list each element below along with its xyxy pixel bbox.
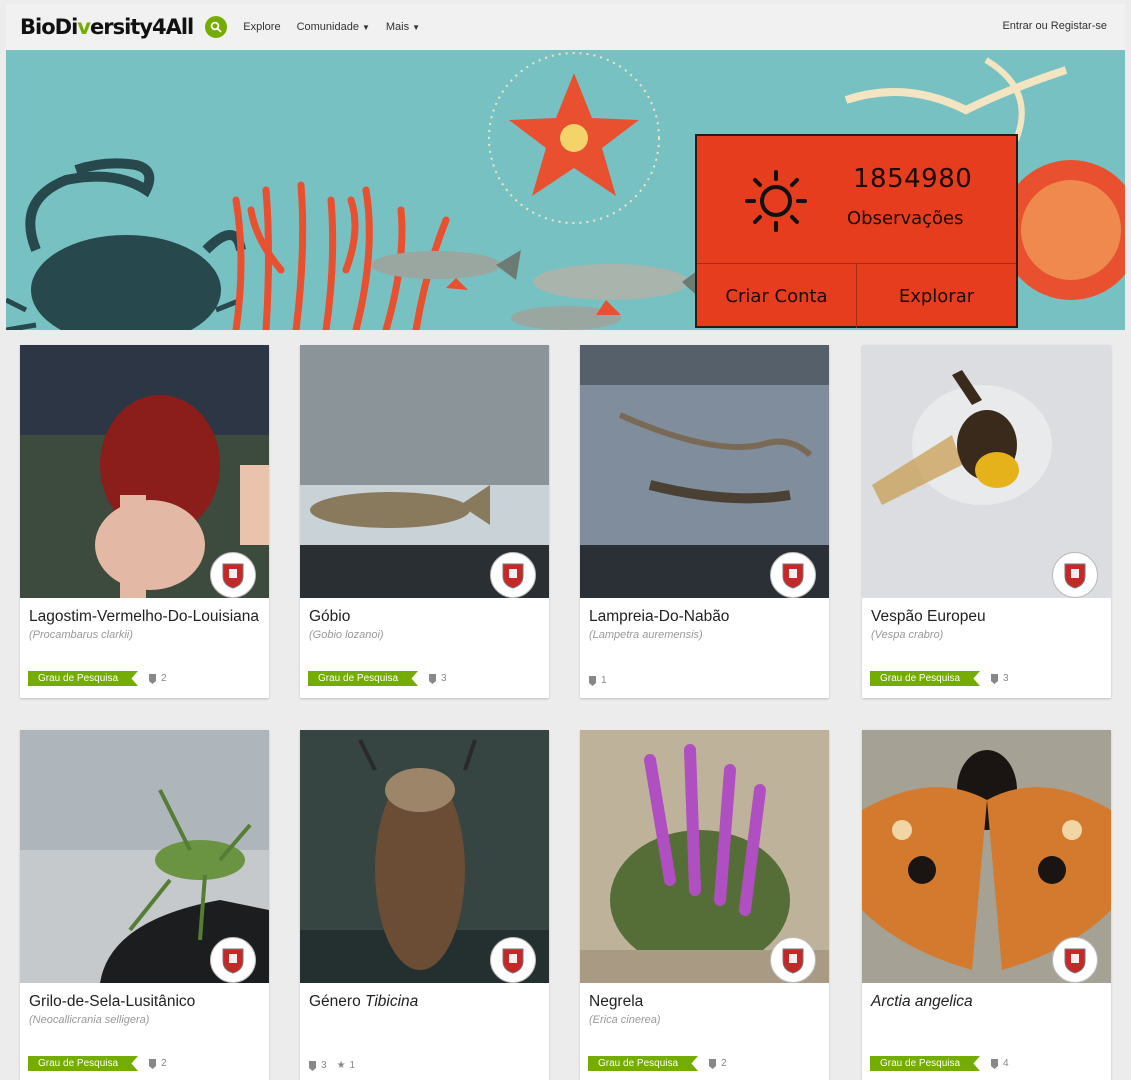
observation-photo[interactable] <box>300 345 549 598</box>
identifications-count: 1 <box>588 675 607 686</box>
taxon-name[interactable]: Vespão Europeu <box>871 607 1102 627</box>
identifications-count: 2 <box>708 1058 727 1069</box>
top-navbar: BioDiversity4All Explore Comunidade ▼ Mai… <box>6 4 1125 50</box>
coat-of-arms-icon <box>222 563 244 589</box>
site-logo[interactable]: BioDiversity4All <box>20 15 194 39</box>
project-badge[interactable] <box>1052 552 1098 598</box>
card-meta: 3 ★ 1 <box>308 1060 355 1071</box>
identification-icon <box>149 1058 156 1069</box>
taxon-name[interactable]: Grilo-de-Sela-Lusitânico <box>29 992 260 1012</box>
project-badge[interactable] <box>1052 937 1098 983</box>
identification-icon <box>991 1058 998 1069</box>
taxon-name[interactable]: Arctia angelica <box>871 992 1102 1012</box>
observation-card[interactable]: Góbio (Gobio lozanoi) Grau de Pesquisa 3 <box>300 345 549 698</box>
identifications-count: 2 <box>148 673 167 684</box>
observation-card[interactable]: Arctia angelica Grau de Pesquisa 4 <box>862 730 1111 1080</box>
project-badge[interactable] <box>490 937 536 983</box>
nav-mais[interactable]: Mais ▼ <box>386 21 420 33</box>
quality-grade-badge: Grau de Pesquisa <box>28 671 138 686</box>
identifications-count: 2 <box>148 1058 167 1069</box>
observation-stats-panel: 1854980 Observações Criar Conta Explorar <box>695 134 1018 328</box>
search-icon <box>210 21 222 33</box>
scientific-name: (Gobio lozanoi) <box>309 629 384 641</box>
identifications-count: 3 <box>308 1060 327 1071</box>
taxon-name[interactable]: Góbio <box>309 607 540 627</box>
coat-of-arms-icon <box>502 948 524 974</box>
project-badge[interactable] <box>210 552 256 598</box>
favorites-count: ★ 1 <box>336 1060 356 1071</box>
observation-photo[interactable] <box>300 730 549 983</box>
scientific-name: (Erica cinerea) <box>589 1014 661 1026</box>
identifications-count: 4 <box>990 1058 1009 1069</box>
observation-card[interactable]: Vespão Europeu (Vespa crabro) Grau de Pesq… <box>862 345 1111 698</box>
taxon-name[interactable]: Negrela <box>589 992 820 1012</box>
sun-icon <box>745 170 807 232</box>
identifications-count: 3 <box>990 673 1009 684</box>
hero-banner: 1854980 Observações Criar Conta Explorar <box>6 50 1125 330</box>
create-account-button[interactable]: Criar Conta <box>697 264 856 328</box>
identification-icon <box>709 1058 716 1069</box>
project-badge[interactable] <box>770 552 816 598</box>
coat-of-arms-icon <box>782 563 804 589</box>
nav-explore[interactable]: Explore <box>243 21 280 33</box>
quality-grade-badge: Grau de Pesquisa <box>308 671 418 686</box>
observation-photo[interactable] <box>20 730 269 983</box>
search-button[interactable] <box>205 16 228 38</box>
coat-of-arms-icon <box>782 948 804 974</box>
chevron-down-icon: ▼ <box>412 22 421 32</box>
identification-icon <box>991 673 998 684</box>
observation-photo[interactable] <box>20 345 269 598</box>
card-meta: Grau de Pesquisa 3 <box>308 671 447 686</box>
card-meta: Grau de Pesquisa 2 <box>28 671 167 686</box>
taxon-name[interactable]: Lampreia-Do-Nabão <box>589 607 820 627</box>
taxon-name[interactable]: Género Tibicina <box>309 992 540 1012</box>
taxon-name[interactable]: Lagostim-Vermelho-Do-Louisiana <box>29 607 260 627</box>
identification-icon <box>309 1060 316 1071</box>
observation-card[interactable]: Género Tibicina 3 ★ 1 <box>300 730 549 1080</box>
explore-button[interactable]: Explorar <box>856 264 1016 328</box>
observation-photo[interactable] <box>862 730 1111 983</box>
scientific-name: (Vespa crabro) <box>871 629 944 641</box>
coat-of-arms-icon <box>502 563 524 589</box>
project-badge[interactable] <box>770 937 816 983</box>
card-meta: Grau de Pesquisa 2 <box>28 1056 167 1071</box>
identification-icon <box>589 675 596 686</box>
observation-photo[interactable] <box>862 345 1111 598</box>
observation-card[interactable]: Lampreia-Do-Nabão (Lampetra auremensis) 1 <box>580 345 829 698</box>
observation-card[interactable]: Lagostim-Vermelho-Do-Louisiana (Procambar… <box>20 345 269 698</box>
project-badge[interactable] <box>490 552 536 598</box>
scientific-name: (Procambarus clarkii) <box>29 629 133 641</box>
coat-of-arms-icon <box>1064 948 1086 974</box>
nav-comunidade[interactable]: Comunidade ▼ <box>297 21 370 33</box>
scientific-name: (Lampetra auremensis) <box>589 629 703 641</box>
page: BioDiversity4All Explore Comunidade ▼ Mai… <box>0 0 1131 1080</box>
quality-grade-badge: Grau de Pesquisa <box>28 1056 138 1071</box>
observation-card[interactable]: Grilo-de-Sela-Lusitânico (Neocallicrania … <box>20 730 269 1080</box>
card-meta: Grau de Pesquisa 4 <box>870 1056 1009 1071</box>
observation-card[interactable]: Negrela (Erica cinerea) Grau de Pesquisa 2 <box>580 730 829 1080</box>
quality-grade-badge: Grau de Pesquisa <box>870 671 980 686</box>
quality-grade-badge: Grau de Pesquisa <box>588 1056 698 1071</box>
card-meta: 1 <box>588 675 607 686</box>
card-meta: Grau de Pesquisa 2 <box>588 1056 727 1071</box>
scientific-name: (Neocallicrania selligera) <box>29 1014 150 1026</box>
observation-count-label: Observações <box>847 208 964 229</box>
login-register-link[interactable]: Entrar ou Registar-se <box>1002 20 1107 32</box>
quality-grade-badge: Grau de Pesquisa <box>870 1056 980 1071</box>
observation-photo[interactable] <box>580 730 829 983</box>
card-meta: Grau de Pesquisa 3 <box>870 671 1009 686</box>
observation-photo[interactable] <box>580 345 829 598</box>
chevron-down-icon: ▼ <box>361 22 370 32</box>
identification-icon <box>429 673 436 684</box>
coat-of-arms-icon <box>1064 563 1086 589</box>
project-badge[interactable] <box>210 937 256 983</box>
coat-of-arms-icon <box>222 948 244 974</box>
identification-icon <box>149 673 156 684</box>
observation-count: 1854980 <box>853 164 973 194</box>
star-icon: ★ <box>336 1060 346 1071</box>
identifications-count: 3 <box>428 673 447 684</box>
